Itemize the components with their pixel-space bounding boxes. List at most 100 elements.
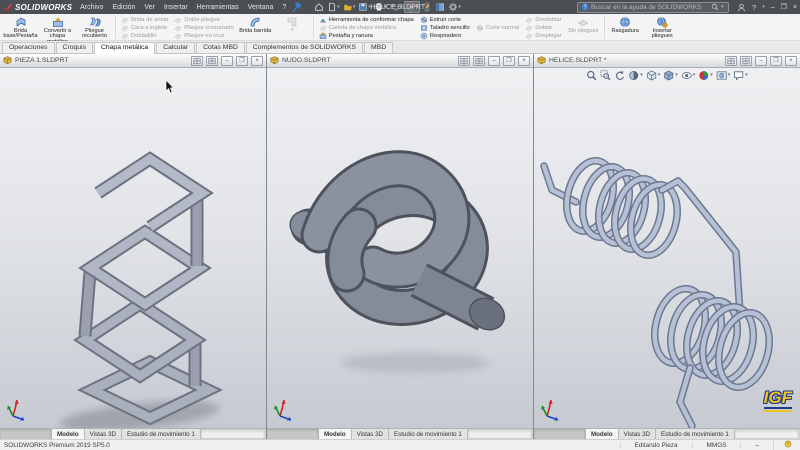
view-settings-caret-icon: ▾ xyxy=(745,73,748,78)
search-icon[interactable] xyxy=(711,3,719,11)
viewport-close-button[interactable]: × xyxy=(251,56,263,66)
view-orientation-button[interactable]: ▾ xyxy=(646,70,661,81)
help-caret-icon[interactable]: ▾ xyxy=(762,5,765,10)
viewport-pane2-button[interactable] xyxy=(206,56,218,66)
ribbon-brida-base-button[interactable]: Brida base/Pestaña xyxy=(2,15,39,40)
ribbon-pliegue-recubierto-button[interactable]: Pliegue recubierto xyxy=(76,15,113,40)
tab-mbd[interactable]: MBD xyxy=(364,42,393,53)
help-menu[interactable]: ? xyxy=(752,3,756,12)
menu-archivo[interactable]: Archivo xyxy=(80,4,103,11)
tab-croquis[interactable]: Croquis xyxy=(56,42,93,53)
menu-help[interactable]: ? xyxy=(282,4,286,11)
viewport-restore-button[interactable]: ❐ xyxy=(503,56,515,66)
titlebar: SOLIDWORKS Archivo Edición Ver Insertar … xyxy=(0,0,800,14)
doc-tab-vistas-3d[interactable]: Vistas 3D xyxy=(619,429,656,439)
viewport-pane2-button[interactable] xyxy=(740,56,752,66)
doc-tab-modelo[interactable]: Modelo xyxy=(319,429,352,439)
forming-tool-icon xyxy=(319,16,327,24)
doc-tab-scroll-area[interactable] xyxy=(0,429,52,439)
doc-tab-modelo[interactable]: Modelo xyxy=(586,429,619,439)
minimize-button[interactable]: – xyxy=(771,4,775,11)
ribbon-extruir-corte-button[interactable]: Extruir corte xyxy=(420,16,470,24)
viewport-close-button[interactable]: × xyxy=(518,56,530,66)
menu-edicion[interactable]: Edición xyxy=(112,4,135,11)
user-account-icon[interactable] xyxy=(737,3,746,12)
viewport-close-button[interactable]: × xyxy=(785,56,797,66)
open-button[interactable]: ▾ xyxy=(342,1,357,13)
statusbar-tag-button[interactable] xyxy=(773,440,796,450)
viewport-minimize-button[interactable]: – xyxy=(755,56,767,66)
ribbon-insertar-pliegues-button[interactable]: Insertar pliegues xyxy=(644,15,681,40)
viewport-pieza1: PIEZA 1.SLDPRT – ❐ × xyxy=(0,54,266,439)
viewport-restore-button[interactable]: ❐ xyxy=(236,56,248,66)
options-gear-icon xyxy=(448,2,458,12)
doc-tab-scroll-area[interactable] xyxy=(267,429,319,439)
viewport-minimize-button[interactable]: – xyxy=(488,56,500,66)
viewport-minimize-button[interactable]: – xyxy=(221,56,233,66)
doc-tab-estudio-movimiento[interactable]: Estudio de movimiento 1 xyxy=(656,429,735,439)
home-button[interactable] xyxy=(313,1,325,13)
menu-herramientas[interactable]: Herramientas xyxy=(197,4,239,11)
ribbon-taladro-button[interactable]: Taladro sencillo xyxy=(420,24,470,32)
search-caret-icon[interactable]: ▾ xyxy=(721,5,724,10)
previous-view-button[interactable] xyxy=(614,70,625,81)
viewport-pieza1-titlebar[interactable]: PIEZA 1.SLDPRT – ❐ × xyxy=(0,54,266,68)
doc-tab-estudio-movimiento[interactable]: Estudio de movimiento 1 xyxy=(122,429,201,439)
viewport-restore-button[interactable]: ❐ xyxy=(770,56,782,66)
viewport-helice-titlebar[interactable]: HELICE.SLDPRT * – ❐ × xyxy=(534,54,800,68)
hide-show-items-button[interactable]: ▾ xyxy=(681,70,696,81)
close-button[interactable]: × xyxy=(793,4,797,11)
task-pane-button[interactable] xyxy=(434,1,446,13)
doc-tab-modelo[interactable]: Modelo xyxy=(52,429,85,439)
apply-scene-button[interactable]: ▾ xyxy=(716,70,731,81)
viewport-pieza1-canvas[interactable] xyxy=(0,68,266,428)
viewport-nudo-titlebar[interactable]: NUDO.SLDPRT – ❐ × xyxy=(267,54,533,68)
ribbon-brida-barrida-button[interactable]: Brida barrida xyxy=(237,15,274,40)
pin-menubar-icon[interactable] xyxy=(291,1,303,13)
tab-chapa-metalica[interactable]: Chapa metálica xyxy=(94,42,155,54)
section-caret-icon: ▾ xyxy=(640,73,643,78)
statusbar-units[interactable]: MMGS xyxy=(692,442,741,449)
view-settings-button[interactable]: ▾ xyxy=(733,70,748,81)
tab-complementos[interactable]: Complementos de SOLIDWORKS xyxy=(246,42,363,53)
viewport-title: HELICE.SLDPRT * xyxy=(549,57,607,64)
tab-operaciones[interactable]: Operaciones xyxy=(2,42,55,53)
menu-ver[interactable]: Ver xyxy=(144,4,155,11)
edit-appearance-button[interactable]: ▾ xyxy=(698,70,713,81)
section-view-button[interactable]: ▾ xyxy=(628,70,643,81)
hide-show-eye-icon xyxy=(681,70,692,81)
viewport-helice-doc-tabs: Modelo Vistas 3D Estudio de movimiento 1 xyxy=(534,428,800,439)
viewport-pane-button[interactable] xyxy=(458,56,470,66)
viewport-pane-button[interactable] xyxy=(725,56,737,66)
menu-insertar[interactable]: Insertar xyxy=(164,4,188,11)
split-pane-icon xyxy=(208,57,216,65)
restore-button[interactable]: ❐ xyxy=(781,4,787,11)
viewport-pane-button[interactable] xyxy=(191,56,203,66)
tab-cotas-mbd[interactable]: Cotas MBD xyxy=(196,42,245,53)
options-button[interactable]: ▾ xyxy=(447,1,462,13)
reference-triad-icon xyxy=(272,395,298,423)
zoom-to-fit-button[interactable] xyxy=(586,70,597,81)
ribbon-respiradero-button[interactable]: Respiradero xyxy=(420,32,470,40)
tab-and-slot-icon xyxy=(319,32,327,40)
viewport-helice-canvas[interactable]: ▾ ▾ ▾ ▾ ▾ ▾ ▾ IGF xyxy=(534,68,800,428)
menu-ventana[interactable]: Ventana xyxy=(248,4,274,11)
ribbon-rasgadura-button[interactable]: Rasgadura xyxy=(607,15,644,40)
ribbon-brida-arista-button: Brida de arista xyxy=(121,16,168,24)
doc-tab-estudio-movimiento[interactable]: Estudio de movimiento 1 xyxy=(389,429,468,439)
ribbon-convertir-chapa-button[interactable]: Convertir a chapa metálica xyxy=(39,15,76,40)
viewport-nudo-canvas[interactable] xyxy=(267,68,533,428)
display-style-button[interactable]: ▾ xyxy=(663,70,678,81)
ribbon-pliegue-croquizado-button: Pliegue croquizado xyxy=(174,24,233,32)
search-input[interactable] xyxy=(591,4,709,11)
tab-calcular[interactable]: Calcular xyxy=(156,42,195,53)
new-document-button[interactable]: ▾ xyxy=(326,1,341,13)
zoom-to-area-button[interactable] xyxy=(600,70,611,81)
doc-tab-scroll-area[interactable] xyxy=(534,429,586,439)
doc-tab-vistas-3d[interactable]: Vistas 3D xyxy=(85,429,122,439)
normal-cut-icon xyxy=(476,24,484,32)
viewport-pane2-button[interactable] xyxy=(473,56,485,66)
ribbon-pestana-ranura-button[interactable]: Pestaña y ranura xyxy=(319,32,414,40)
ribbon-conformar-chapa-button[interactable]: Herramienta de conformar chapa xyxy=(319,16,414,24)
doc-tab-vistas-3d[interactable]: Vistas 3D xyxy=(352,429,389,439)
